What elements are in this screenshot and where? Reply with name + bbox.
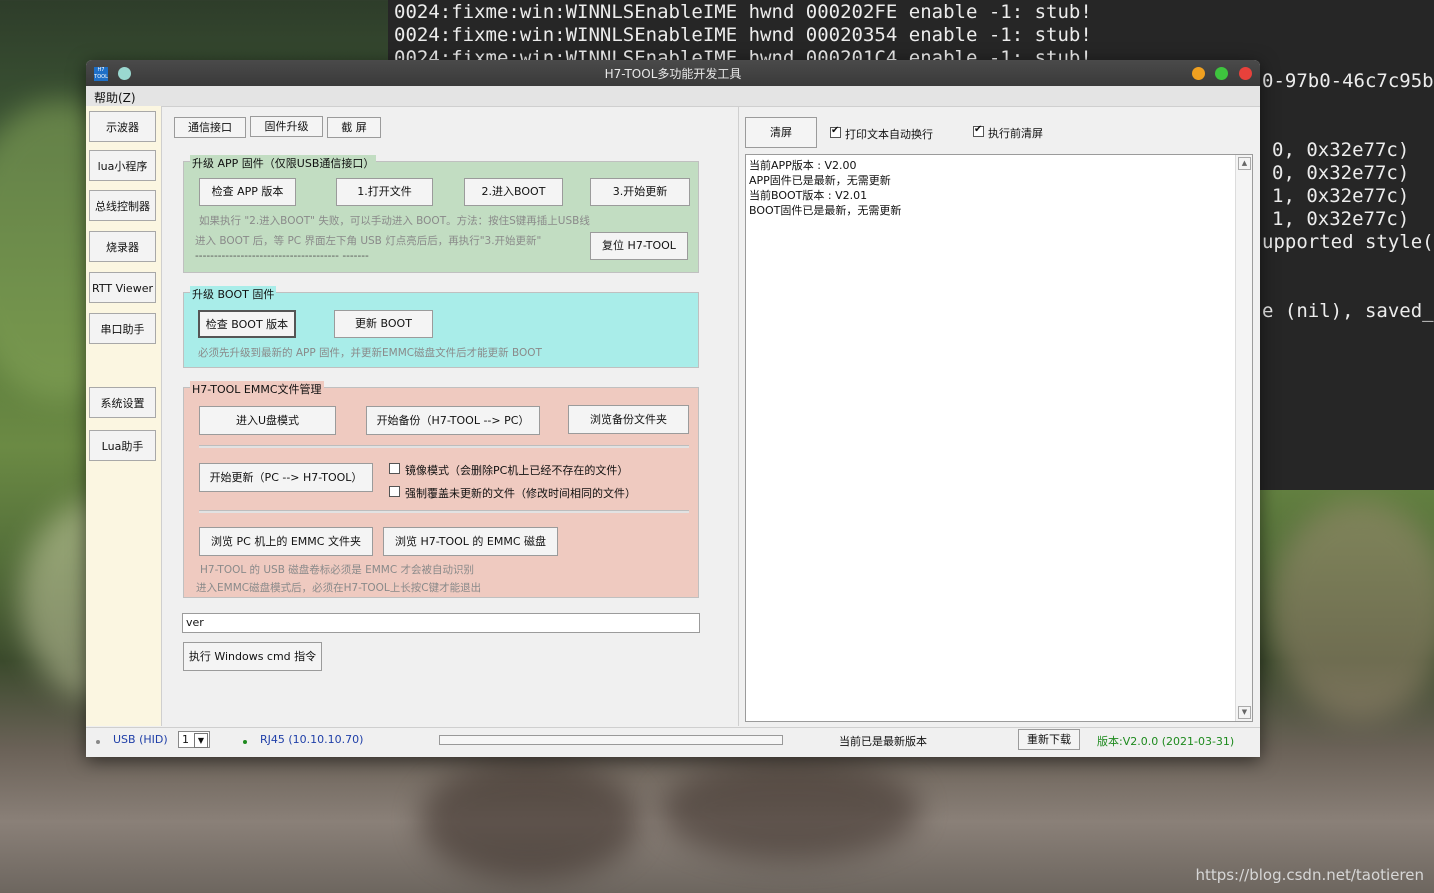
group-title: 升级 BOOT 固件 xyxy=(190,286,277,302)
rj45-status-icon xyxy=(243,740,247,744)
browse-pc-emmc-button[interactable]: 浏览 PC 机上的 EMMC 文件夹 xyxy=(199,527,373,556)
force-overwrite-label: 强制覆盖未更新的文件（修改时间相同的文件） xyxy=(405,487,636,500)
mirror-mode-checkbox[interactable] xyxy=(389,463,400,474)
tab-comm-interface[interactable]: 通信接口 xyxy=(174,117,246,138)
rj45-status: RJ45 (10.10.10.70) xyxy=(260,733,364,746)
status-message: 当前已是最新版本 xyxy=(839,735,927,748)
emmc-hint-2: 进入EMMC磁盘模式后，必须在H7-TOOL上长按C键才能退出 xyxy=(196,582,482,594)
emmc-hint-1: H7-TOOL 的 USB 磁盘卷标必须是 EMMC 才会被自动识别 xyxy=(200,564,475,576)
usb-status-icon xyxy=(96,740,100,744)
run-cmd-button[interactable]: 执行 Windows cmd 指令 xyxy=(183,642,322,671)
device-select-value: 1 xyxy=(182,733,189,746)
menu-help[interactable]: 帮助(Z) xyxy=(94,89,136,106)
log-line: APP固件已是最新，无需更新 xyxy=(749,174,891,187)
tab-screenshot[interactable]: 截 屏 xyxy=(327,117,381,138)
clear-before-run-checkbox[interactable] xyxy=(973,124,984,137)
sidebar-item-rtt-viewer[interactable]: RTT Viewer xyxy=(89,272,156,303)
start-emmc-update-button[interactable]: 开始更新（PC --> H7-TOOL） xyxy=(199,463,373,492)
window-title: H7-TOOL多功能开发工具 xyxy=(604,67,742,81)
watermark: https://blog.csdn.net/taotieren xyxy=(1195,866,1424,884)
divider xyxy=(199,510,689,513)
clear-before-run-label: 执行前清屏 xyxy=(988,127,1043,140)
progress-bar xyxy=(439,735,783,745)
sidebar: 示波器 lua小程序 总线控制器 烧录器 RTT Viewer 串口助手 系统设… xyxy=(86,106,162,726)
version-label: 版本:V2.0.0 (2021-03-31) xyxy=(1097,735,1235,748)
terminal-line: 0-97b0-46c7c95b9 xyxy=(1262,70,1434,92)
app-hint-2: 进入 BOOT 后，等 PC 界面左下角 USB 灯点亮后后，再执行"3.开始更… xyxy=(195,235,542,247)
tab-firmware-upgrade[interactable]: 固件升级 xyxy=(250,116,323,137)
mirror-mode-label: 镜像模式（会删除PC机上已经不存在的文件） xyxy=(405,464,629,477)
cmd-input[interactable]: ver xyxy=(182,613,700,633)
log-output[interactable]: 当前APP版本 : V2.00 APP固件已是最新，无需更新 当前BOOT版本 … xyxy=(745,154,1253,722)
clear-screen-button[interactable]: 清屏 xyxy=(745,117,817,148)
start-backup-button[interactable]: 开始备份（H7-TOOL --> PC） xyxy=(366,406,540,435)
sidebar-item-programmer[interactable]: 烧录器 xyxy=(89,231,156,262)
browse-backup-folder-button[interactable]: 浏览备份文件夹 xyxy=(568,405,689,434)
sidebar-item-lua-assistant[interactable]: Lua助手 xyxy=(89,430,156,461)
log-line: 当前BOOT版本 : V2.01 xyxy=(749,189,868,202)
boot-hint: 必须先升级到最新的 APP 固件，并更新EMMC磁盘文件后才能更新 BOOT xyxy=(198,347,542,359)
open-file-button[interactable]: 1.打开文件 xyxy=(336,178,433,206)
log-line: BOOT固件已是最新，无需更新 xyxy=(749,204,902,217)
status-bar: USB (HID) 1 ▼ RJ45 (10.10.10.70) 当前已是最新版… xyxy=(86,727,1260,752)
group-title: H7-TOOL EMMC文件管理 xyxy=(190,381,324,397)
app-window: H7 TOOL H7-TOOL多功能开发工具 帮助(Z) 示波器 lua小程序 总… xyxy=(86,60,1260,757)
update-boot-button[interactable]: 更新 BOOT xyxy=(334,310,433,338)
enter-boot-button[interactable]: 2.进入BOOT xyxy=(464,178,563,206)
start-update-button[interactable]: 3.开始更新 xyxy=(590,178,690,206)
minimize-button[interactable] xyxy=(1192,67,1205,80)
app-hint-dashes: -------------------------------------- -… xyxy=(195,250,369,262)
close-button[interactable] xyxy=(1239,67,1252,80)
sidebar-item-bus-controller[interactable]: 总线控制器 xyxy=(89,190,156,221)
force-overwrite-checkbox[interactable] xyxy=(389,486,400,497)
terminal-line: 0024:fixme:win:WINNLSEnableIME hwnd 0002… xyxy=(394,1,1092,23)
auto-wrap-label: 打印文本自动换行 xyxy=(845,128,933,141)
reset-h7-tool-button[interactable]: 复位 H7-TOOL xyxy=(590,232,688,260)
group-title: 升级 APP 固件（仅限USB通信接口） xyxy=(190,155,377,171)
terminal-line: 0, 0x32e77c) xyxy=(1272,139,1410,161)
chevron-down-icon[interactable]: ▼ xyxy=(194,733,208,748)
redownload-button[interactable]: 重新下载 xyxy=(1018,729,1080,750)
auto-wrap-checkbox[interactable] xyxy=(830,125,841,138)
enter-udisk-mode-button[interactable]: 进入U盘模式 xyxy=(199,406,336,435)
usb-status: USB (HID) xyxy=(113,733,168,746)
menu-bar: 帮助(Z) xyxy=(86,86,1260,107)
terminal-line: 0, 0x32e77c) xyxy=(1272,162,1410,184)
sidebar-item-lua-program[interactable]: lua小程序 xyxy=(89,150,156,181)
device-select[interactable]: 1 ▼ xyxy=(178,731,210,748)
log-scrollbar[interactable]: ▲ ▼ xyxy=(1235,155,1252,721)
log-line: 当前APP版本 : V2.00 xyxy=(749,159,857,172)
scroll-up-icon[interactable]: ▲ xyxy=(1238,157,1251,170)
panel-divider xyxy=(738,106,739,726)
sidebar-item-serial-assistant[interactable]: 串口助手 xyxy=(89,313,156,344)
check-boot-version-button[interactable]: 检查 BOOT 版本 xyxy=(198,310,296,338)
terminal-line: 1, 0x32e77c) xyxy=(1272,185,1410,207)
divider xyxy=(199,445,689,448)
sidebar-item-system-settings[interactable]: 系统设置 xyxy=(89,387,156,418)
browse-tool-emmc-button[interactable]: 浏览 H7-TOOL 的 EMMC 磁盘 xyxy=(383,527,558,556)
app-hint-1: 如果执行 "2.进入BOOT" 失败，可以手动进入 BOOT。方法：按住S键再插… xyxy=(199,215,590,227)
check-app-version-button[interactable]: 检查 APP 版本 xyxy=(199,178,296,206)
maximize-button[interactable] xyxy=(1215,67,1228,80)
terminal-line: 0024:fixme:win:WINNLSEnableIME hwnd 0002… xyxy=(394,24,1092,46)
title-bar[interactable]: H7 TOOL H7-TOOL多功能开发工具 xyxy=(86,60,1260,86)
terminal-line: 1, 0x32e77c) xyxy=(1272,208,1410,230)
sidebar-item-oscilloscope[interactable]: 示波器 xyxy=(89,111,156,142)
terminal-line: upported style(s xyxy=(1262,231,1434,253)
terminal-line: e (nil), saved_f xyxy=(1262,300,1434,322)
scroll-down-icon[interactable]: ▼ xyxy=(1238,706,1251,719)
